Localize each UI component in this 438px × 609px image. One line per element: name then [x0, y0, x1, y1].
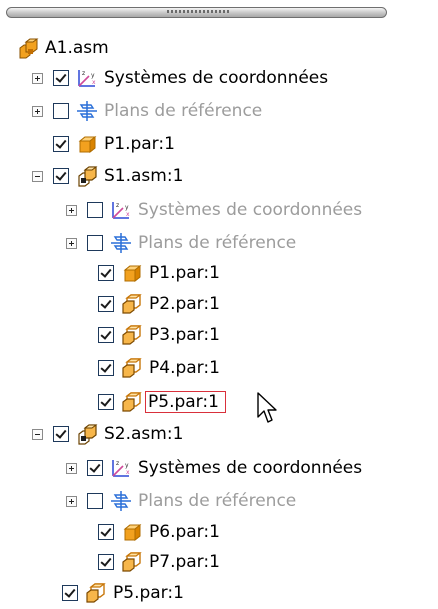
subassembly-icon	[76, 423, 98, 445]
part-icon	[121, 521, 143, 543]
part-link-icon	[85, 582, 107, 604]
visibility-checkbox[interactable]	[87, 235, 103, 251]
part-link-icon	[121, 551, 143, 573]
tree-item-part[interactable]: P3.par:1	[98, 320, 220, 350]
coordinate-systems-icon	[76, 67, 98, 89]
tree-item-part[interactable]: P5.par:1	[62, 578, 184, 608]
tree-item-label: P5.par:1	[145, 391, 226, 413]
visibility-checkbox[interactable]	[98, 327, 114, 343]
reference-planes-icon	[110, 490, 132, 512]
visibility-checkbox[interactable]	[53, 426, 69, 442]
visibility-checkbox[interactable]	[98, 554, 114, 570]
visibility-checkbox[interactable]	[98, 360, 114, 376]
visibility-checkbox[interactable]	[53, 103, 69, 119]
tree-item-label: P3.par:1	[149, 325, 220, 345]
panel-splitter-handle[interactable]	[6, 7, 387, 18]
visibility-checkbox[interactable]	[98, 394, 114, 410]
expand-button[interactable]	[66, 462, 77, 474]
tree-item-part[interactable]: P1.par:1	[53, 129, 175, 159]
tree-item-coordinate-systems[interactable]: Systèmes de coordonnées	[32, 63, 328, 93]
tree-item-part[interactable]: P1.par:1	[98, 258, 220, 288]
tree-item-subassembly[interactable]: S1.asm:1	[32, 161, 183, 191]
grip-dots	[167, 10, 229, 13]
visibility-checkbox[interactable]	[62, 585, 78, 601]
expand-button[interactable]	[66, 204, 77, 216]
collapse-button[interactable]	[32, 428, 43, 440]
part-link-icon	[121, 357, 143, 379]
tree-root[interactable]: A1.asm	[17, 33, 109, 63]
part-link-icon	[121, 293, 143, 315]
visibility-checkbox[interactable]	[53, 70, 69, 86]
tree-item-subassembly[interactable]: S2.asm:1	[32, 419, 183, 449]
reference-planes-icon	[110, 232, 132, 254]
coordinate-systems-icon	[110, 199, 132, 221]
subassembly-icon	[76, 165, 98, 187]
assembly-icon	[17, 37, 39, 59]
visibility-checkbox[interactable]	[87, 460, 103, 476]
tree-item-reference-planes[interactable]: Plans de référence	[32, 96, 262, 126]
tree-item-label: P4.par:1	[149, 358, 220, 378]
tree-item-part[interactable]: P7.par:1	[98, 547, 220, 577]
tree-item-label: Plans de référence	[138, 233, 297, 253]
tree-item-coordinate-systems[interactable]: Systèmes de coordonnées	[66, 195, 362, 225]
tree-item-label: S2.asm:1	[104, 424, 184, 444]
expand-button[interactable]	[32, 105, 43, 117]
reference-planes-icon	[76, 100, 98, 122]
expand-button[interactable]	[66, 237, 77, 249]
visibility-checkbox[interactable]	[98, 265, 114, 281]
visibility-checkbox[interactable]	[53, 136, 69, 152]
tree-item-label: P2.par:1	[149, 294, 220, 314]
tree-item-label: P6.par:1	[149, 522, 220, 542]
tree-item-reference-planes[interactable]: Plans de référence	[66, 228, 296, 258]
tree-item-label: Plans de référence	[138, 491, 297, 511]
tree-item-part[interactable]: P4.par:1	[98, 353, 220, 383]
part-icon	[76, 133, 98, 155]
visibility-checkbox[interactable]	[53, 168, 69, 184]
part-icon	[121, 262, 143, 284]
collapse-button[interactable]	[32, 170, 43, 182]
expand-button[interactable]	[32, 72, 43, 84]
visibility-checkbox[interactable]	[87, 202, 103, 218]
tree-item-label: P1.par:1	[149, 263, 220, 283]
tree-item-part[interactable]: P6.par:1	[98, 517, 220, 547]
visibility-checkbox[interactable]	[87, 493, 103, 509]
tree-item-label: Systèmes de coordonnées	[138, 200, 363, 220]
tree-item-coordinate-systems[interactable]: Systèmes de coordonnées	[66, 453, 362, 483]
part-link-icon	[121, 324, 143, 346]
tree-item-label: P1.par:1	[104, 134, 175, 154]
mouse-cursor-icon	[257, 392, 277, 423]
expand-button[interactable]	[66, 495, 77, 507]
tree-item-label: S1.asm:1	[104, 166, 184, 186]
coordinate-systems-icon	[110, 457, 132, 479]
tree-item-part[interactable]: P2.par:1	[98, 289, 220, 319]
tree-item-label: Plans de référence	[104, 101, 263, 121]
part-link-icon	[121, 391, 143, 413]
tree-root-label: A1.asm	[45, 38, 109, 58]
tree-item-part-selected[interactable]: P5.par:1	[98, 387, 226, 417]
tree-item-label: Systèmes de coordonnées	[104, 68, 329, 88]
tree-item-label: P5.par:1	[113, 583, 184, 603]
tree-item-label: P7.par:1	[149, 552, 220, 572]
visibility-checkbox[interactable]	[98, 524, 114, 540]
visibility-checkbox[interactable]	[98, 296, 114, 312]
tree-item-reference-planes[interactable]: Plans de référence	[66, 486, 296, 516]
tree-item-label: Systèmes de coordonnées	[138, 458, 363, 478]
